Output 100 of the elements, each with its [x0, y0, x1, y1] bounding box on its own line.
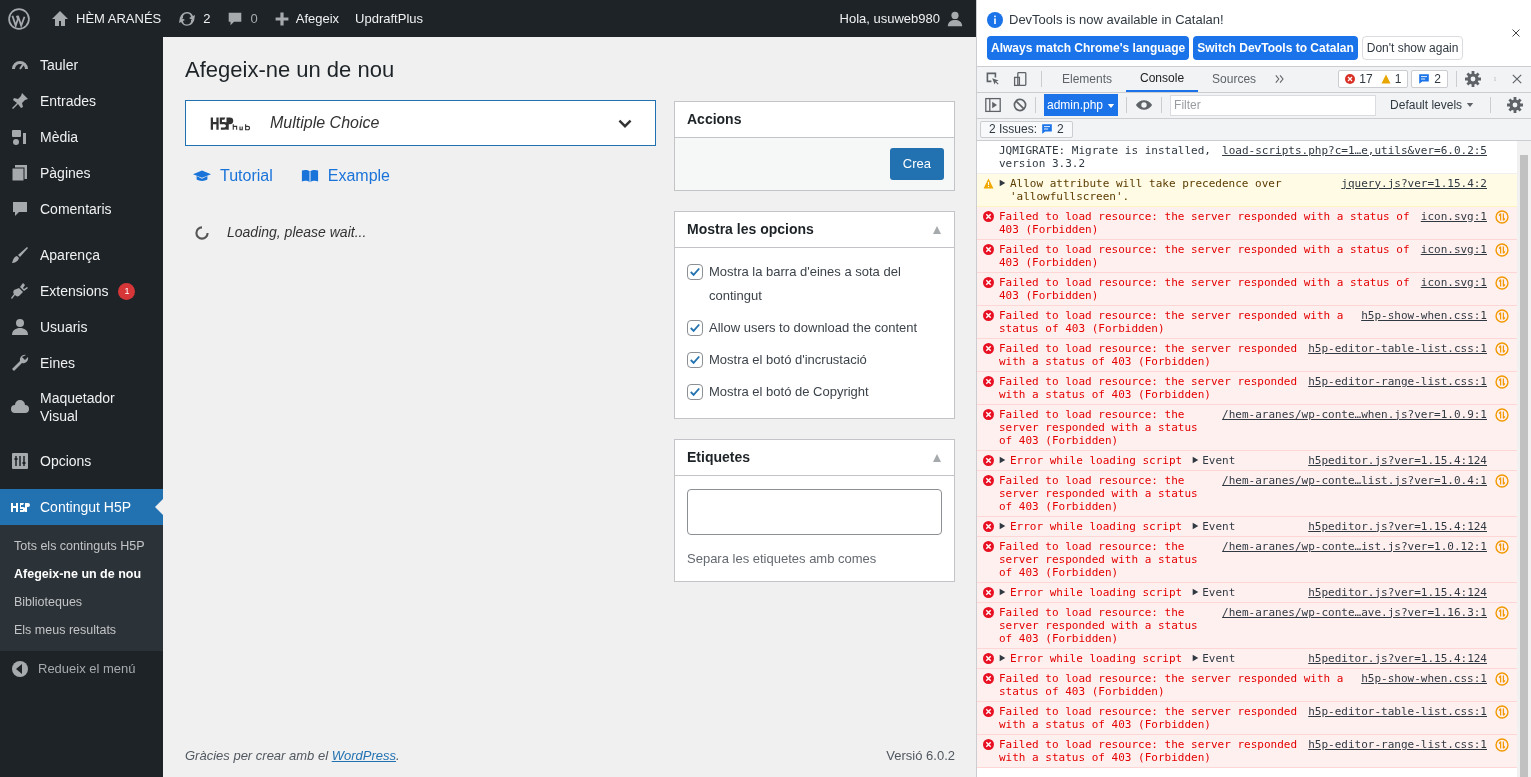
error-warning-counter[interactable]: 17 1: [1338, 70, 1409, 88]
plugin-link[interactable]: UpdraftPlus: [355, 8, 423, 29]
wordpress-logo-icon[interactable]: [8, 7, 30, 30]
checkbox[interactable]: [687, 264, 703, 280]
menu-item[interactable]: Tauler: [0, 47, 163, 83]
tags-field[interactable]: [687, 489, 942, 535]
source-link[interactable]: icon.svg:1: [1420, 242, 1487, 256]
option-label: Allow users to download the content: [709, 319, 918, 337]
log-levels-dropdown[interactable]: Default levels: [1390, 96, 1475, 114]
source-link[interactable]: icon.svg:1: [1420, 209, 1487, 223]
message-text: Failed to load resource: the server responded with a status of 403 (Forbidden): [999, 704, 1298, 731]
source-link[interactable]: icon.svg:1: [1420, 275, 1487, 289]
source-link[interactable]: jquery.js?ver=1.15.4:2: [1341, 176, 1487, 190]
scrollbar-thumb[interactable]: [1520, 154, 1528, 777]
event-object[interactable]: Event: [1192, 519, 1236, 533]
menu-item[interactable]: Mèdia: [0, 119, 163, 155]
event-object[interactable]: Event: [1192, 585, 1236, 599]
devtools-tab[interactable]: Sources: [1198, 66, 1271, 92]
expand-triangle-icon[interactable]: [999, 654, 1006, 662]
footer-text: Gràcies per crear amb el WordPress.: [185, 746, 400, 765]
submenu-item[interactable]: Afegeix-ne un de nou: [0, 560, 163, 588]
infobar-button[interactable]: Switch DevTools to Catalan: [1193, 35, 1358, 60]
submenu-item[interactable]: Tots els continguts H5P: [0, 532, 163, 560]
source-link[interactable]: h5p-editor-table-list.css:1: [1308, 704, 1487, 718]
message-text: Failed to load resource: the server responded with a status of 403 (Forbidden): [999, 473, 1199, 513]
checkbox[interactable]: [687, 320, 703, 336]
source-link[interactable]: h5peditor.js?ver=1.15.4:124: [1308, 519, 1487, 533]
source-link[interactable]: h5p-editor-range-list.css:1: [1308, 374, 1487, 388]
error-icon: [983, 672, 994, 684]
message-text: Error while loading script: [1010, 453, 1183, 467]
clear-console-icon[interactable]: [1013, 98, 1027, 112]
expand-triangle-icon[interactable]: [999, 456, 1006, 464]
menu-item[interactable]: Extensions 1: [0, 273, 163, 309]
source-link[interactable]: h5p-show-when.css:1: [1361, 308, 1487, 322]
submenu-item[interactable]: Els meus resultats: [0, 616, 163, 644]
comments-link[interactable]: 0: [226, 8, 258, 29]
source-link[interactable]: /hem-aranes/wp-conte…ist.js?ver=1.0.12:1: [1222, 539, 1487, 553]
infobar-button[interactable]: Don't show again: [1361, 35, 1464, 60]
sidebar-toggle-icon[interactable]: [985, 97, 1001, 113]
message-icon: [1041, 123, 1054, 135]
menu-item[interactable]: Entrades: [0, 83, 163, 119]
menu-item[interactable]: Aparença: [0, 237, 163, 273]
error-icon: [983, 738, 994, 750]
tutorial-link[interactable]: Tutorial: [193, 164, 273, 188]
menu-item[interactable]: Comentaris: [0, 191, 163, 227]
expand-triangle-icon[interactable]: [999, 179, 1006, 187]
context-selector[interactable]: admin.php: [1044, 94, 1119, 116]
checkbox[interactable]: [687, 384, 703, 400]
expand-triangle-icon[interactable]: [999, 522, 1006, 530]
updates-link[interactable]: 2: [177, 8, 211, 29]
source-link[interactable]: /hem-aranes/wp-conte…list.js?ver=1.0.4:1: [1222, 473, 1487, 487]
inspect-icon[interactable]: [985, 71, 1001, 87]
home-icon: [50, 8, 70, 29]
account-link[interactable]: Hola, usuweb980: [839, 8, 964, 29]
menu-item[interactable]: Opcions: [0, 443, 163, 479]
box-title: Accions: [687, 110, 742, 129]
source-link[interactable]: h5p-editor-range-list.css:1: [1308, 737, 1487, 751]
source-link[interactable]: h5peditor.js?ver=1.15.4:124: [1308, 585, 1487, 599]
site-link[interactable]: HÈM ARANÉS: [50, 8, 162, 29]
close-icon[interactable]: [1511, 28, 1521, 38]
menu-item[interactable]: Maquetador Visual: [0, 381, 163, 433]
page-title: Afegeix-ne un de nou: [185, 56, 396, 84]
filter-field[interactable]: Filter: [1170, 94, 1377, 116]
info-message: DevTools is now available in Catalan!: [1009, 11, 1224, 29]
error-icon: [983, 375, 994, 387]
event-object[interactable]: Event: [1192, 453, 1236, 467]
source-link[interactable]: load-scripts.php?c=1…e,utils&ver=6.0.2:5: [1222, 143, 1487, 157]
menu-item[interactable]: Eines: [0, 345, 163, 381]
source-link[interactable]: h5peditor.js?ver=1.15.4:124: [1308, 453, 1487, 467]
new-link[interactable]: Afegeix: [273, 8, 340, 29]
issues-button[interactable]: 2 Issues: 2: [980, 120, 1073, 138]
create-button[interactable]: Crea: [889, 148, 944, 180]
example-link[interactable]: Example: [300, 164, 390, 188]
content-type-selector[interactable]: Multiple Choice: [185, 100, 656, 146]
source-link[interactable]: h5p-editor-table-list.css:1: [1308, 341, 1487, 355]
expand-triangle-icon[interactable]: [999, 588, 1006, 596]
error-icon: [983, 342, 994, 354]
checkbox[interactable]: [687, 352, 703, 368]
wordpress-link[interactable]: WordPress: [331, 747, 396, 763]
message-text: JQMIGRATE: Migrate is installed, version 3.3.2: [999, 143, 1212, 170]
infobar-button[interactable]: Always match Chrome's language: [987, 35, 1190, 60]
source-link[interactable]: h5p-show-when.css:1: [1361, 671, 1487, 685]
submenu-item[interactable]: Biblioteques: [0, 588, 163, 616]
source-link[interactable]: h5peditor.js?ver=1.15.4:124: [1308, 651, 1487, 665]
source-link[interactable]: /hem-aranes/wp-conte…ave.js?ver=1.16.3:1: [1222, 605, 1487, 619]
device-toggle-icon[interactable]: [1013, 71, 1029, 87]
speech-bubble-icon: [10, 199, 30, 219]
settings-icon[interactable]: [1465, 71, 1481, 87]
menu-item[interactable]: Pàgines: [0, 155, 163, 191]
event-object[interactable]: Event: [1192, 651, 1236, 665]
settings-icon[interactable]: [1507, 97, 1523, 113]
close-icon[interactable]: [1511, 73, 1523, 85]
hint-text: Separa les etiquetes amb comes: [687, 550, 878, 568]
collapse-menu-button[interactable]: Redueix el menú: [0, 651, 163, 687]
paintbrush-icon: [10, 245, 30, 265]
devtools-tab[interactable]: Elements: [1048, 66, 1127, 92]
issues-counter[interactable]: 2: [1411, 70, 1448, 88]
source-link[interactable]: /hem-aranes/wp-conte…when.js?ver=1.0.9:1: [1222, 407, 1487, 421]
menu-item[interactable]: Usuaris: [0, 309, 163, 345]
menu-item[interactable]: Contingut H5P: [0, 489, 163, 525]
